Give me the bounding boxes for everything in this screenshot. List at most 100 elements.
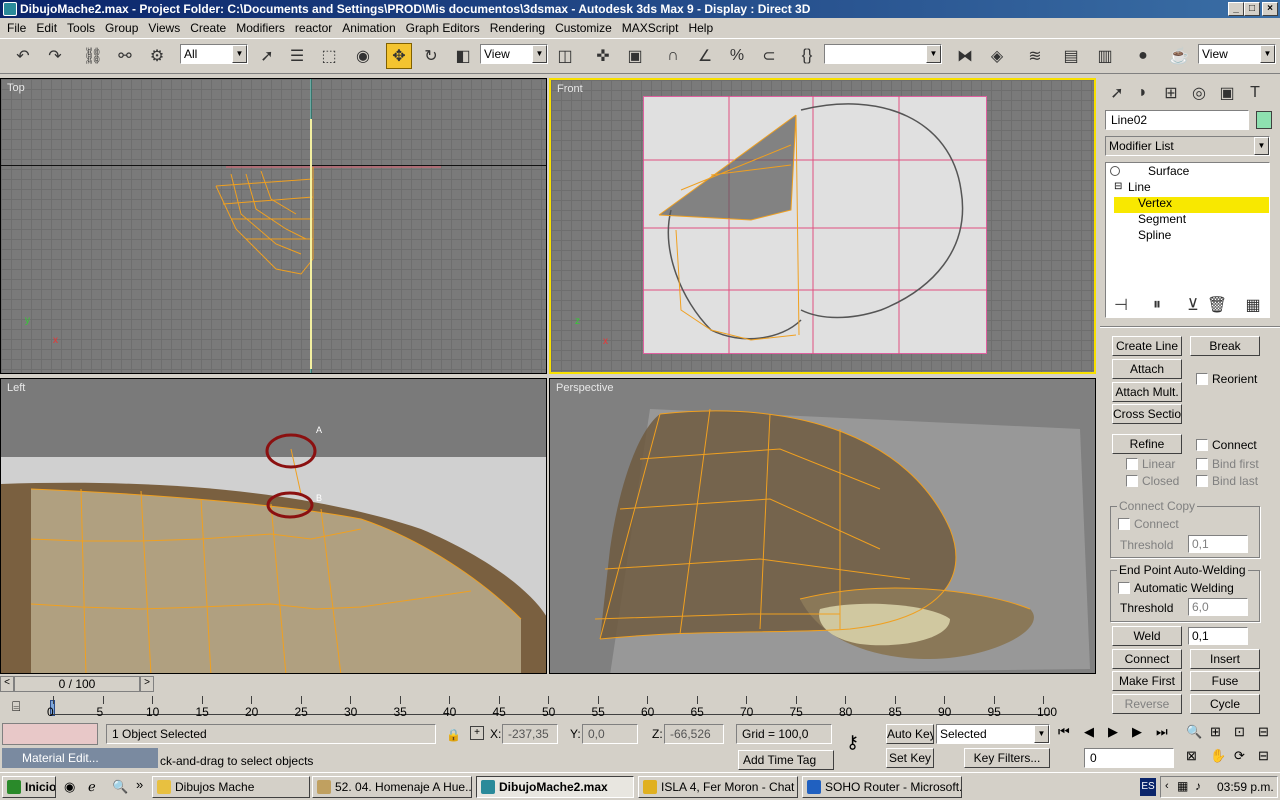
firefox-icon[interactable]: ◉ [64,779,75,795]
viewport-perspective[interactable]: Perspective [549,378,1096,674]
curve-editor-icon[interactable]: ▤ [1058,43,1084,69]
mirror-icon[interactable]: ⧓ [952,43,978,69]
key-icon[interactable]: ⚷ [846,732,859,753]
material-editor-icon[interactable]: ● [1130,43,1156,69]
z-coordinate-field[interactable]: -66,526 [664,724,724,744]
maximize-viewport-icon[interactable]: ⊟ [1258,748,1269,764]
attach-button[interactable]: Attach [1112,359,1182,379]
goto-end-icon[interactable]: ⏭ [1156,724,1168,740]
pin-stack-icon[interactable]: ⊣ [1108,292,1134,318]
auto-weld-checkbox[interactable]: Automatic Welding [1118,581,1234,595]
start-button[interactable]: Inicio [2,776,56,798]
bind-first-checkbox[interactable]: Bind first [1196,457,1259,471]
pan-icon[interactable]: ✋ [1210,748,1226,764]
create-line-button[interactable]: Create Line [1112,336,1182,356]
zoom-extents-icon[interactable]: ⊡ [1234,724,1245,740]
display-tab-icon[interactable]: ▣ [1214,80,1240,106]
prev-key-icon[interactable]: ◀ [1084,724,1094,740]
menu-file[interactable]: File [2,18,31,38]
arc-rotate-icon[interactable]: ⟳ [1234,748,1245,764]
linear-checkbox[interactable]: Linear [1126,457,1175,471]
closed-checkbox[interactable]: Closed [1126,474,1179,488]
stack-item-surface[interactable]: Surface [1148,164,1189,178]
language-indicator[interactable]: ES [1140,778,1156,796]
play-icon[interactable]: ▶ [1108,724,1118,740]
viewport-left[interactable]: Left A B [0,378,547,674]
stack-item-line[interactable]: Line [1128,180,1151,194]
task-chat[interactable]: ISLA 4, Fer Moron - Chat [638,776,798,798]
cycle-button[interactable]: Cycle [1190,694,1260,714]
connect-button[interactable]: Connect [1112,649,1182,669]
weld-spinner[interactable]: 0,1 [1188,627,1248,645]
lightbulb-icon[interactable] [1110,166,1120,176]
select-by-name-icon[interactable]: ☰ [284,43,310,69]
y-coordinate-field[interactable]: 0,0 [582,724,638,744]
object-color-swatch[interactable] [1256,111,1272,129]
menu-views[interactable]: Views [143,18,185,38]
modify-tab-icon[interactable]: ◗ [1130,80,1156,106]
key-mode-dropdown[interactable]: Selected ▼ [936,724,1050,744]
layer-manager-icon[interactable]: ≋ [1022,43,1048,69]
key-filters-button[interactable]: Key Filters... [964,748,1050,768]
menu-rendering[interactable]: Rendering [485,18,550,38]
absolute-mode-icon[interactable]: + [470,726,484,740]
select-move-icon[interactable]: ✥ [386,43,412,69]
next-frame-icon[interactable]: > [140,676,154,692]
select-rotate-icon[interactable]: ↻ [418,43,444,69]
next-key-icon[interactable]: ▶ [1132,724,1142,740]
schematic-view-icon[interactable]: ▥ [1092,43,1118,69]
menu-animation[interactable]: Animation [337,18,400,38]
threshold2-spinner[interactable]: 6,0 [1188,598,1248,616]
object-name-field[interactable]: Line02 [1105,110,1249,130]
menu-tools[interactable]: Tools [62,18,100,38]
insert-button[interactable]: Insert [1190,649,1260,669]
zoom-region-icon[interactable]: ⊠ [1186,748,1197,764]
stack-item-vertex[interactable]: Vertex [1138,196,1172,210]
rect-selection-icon[interactable]: ⬚ [316,43,342,69]
make-first-button[interactable]: Make First [1112,671,1182,691]
task-dibujos-mache[interactable]: Dibujos Mache [152,776,310,798]
minimize-button[interactable]: _ [1228,2,1244,16]
zoom-all-icon[interactable]: ⊞ [1210,724,1221,740]
viewport-top[interactable]: Top y x [0,78,547,374]
task-soho-router[interactable]: SOHO Router - Microsoft... [802,776,962,798]
modifier-list-dropdown[interactable]: Modifier List ▼ [1105,136,1270,156]
attach-mult-button[interactable]: Attach Mult. [1112,382,1182,402]
unlink-icon[interactable]: ⚯ [112,43,138,69]
viewport-label[interactable]: Left [7,382,25,394]
current-frame-field[interactable]: 0 [1084,748,1174,768]
lock-icon[interactable]: 🔒 [446,728,461,742]
collapse-icon[interactable]: ⊟ [1114,181,1122,192]
maximize-button[interactable]: □ [1244,2,1260,16]
selection-filter-dropdown[interactable]: All ▼ [180,44,248,64]
viewport-front[interactable]: Front z x [549,78,1096,374]
set-key-button[interactable]: Set Key [886,748,934,768]
volume-icon[interactable]: ♪ [1195,779,1201,793]
create-tab-icon[interactable]: ➚ [1104,80,1130,106]
motion-tab-icon[interactable]: ◎ [1186,80,1212,106]
menu-group[interactable]: Group [100,18,143,38]
window-crossing-icon[interactable]: ◉ [350,43,376,69]
track-bar-icon[interactable]: ⌸ [12,698,20,715]
snap-toggle-icon[interactable]: ∩ [660,43,686,69]
zoom-icon[interactable]: 🔍 [1186,724,1202,740]
fuse-button[interactable]: Fuse [1190,671,1260,691]
connect-copy-checkbox[interactable]: Connect [1118,517,1179,531]
refine-button[interactable]: Refine [1112,434,1182,454]
task-3dsmax[interactable]: DibujoMache2.max [476,776,634,798]
weld-button[interactable]: Weld [1112,626,1182,646]
redo-icon[interactable]: ↷ [42,43,68,69]
align-icon[interactable]: ◈ [984,43,1010,69]
zoom-extents-all-icon[interactable]: ⊟ [1258,724,1269,740]
menu-edit[interactable]: Edit [31,18,62,38]
auto-key-button[interactable]: Auto Key [886,724,934,744]
prev-frame-icon[interactable]: < [0,676,14,692]
reorient-checkbox[interactable]: Reorient [1196,372,1257,386]
break-button[interactable]: Break [1190,336,1260,356]
configure-modifier-sets-icon[interactable]: ▦ [1240,292,1266,318]
close-button[interactable]: × [1262,2,1278,16]
viewport-label[interactable]: Top [7,82,25,94]
utilities-tab-icon[interactable]: T [1242,80,1268,106]
add-time-tag-button[interactable]: Add Time Tag [738,750,834,770]
menu-help[interactable]: Help [683,18,718,38]
